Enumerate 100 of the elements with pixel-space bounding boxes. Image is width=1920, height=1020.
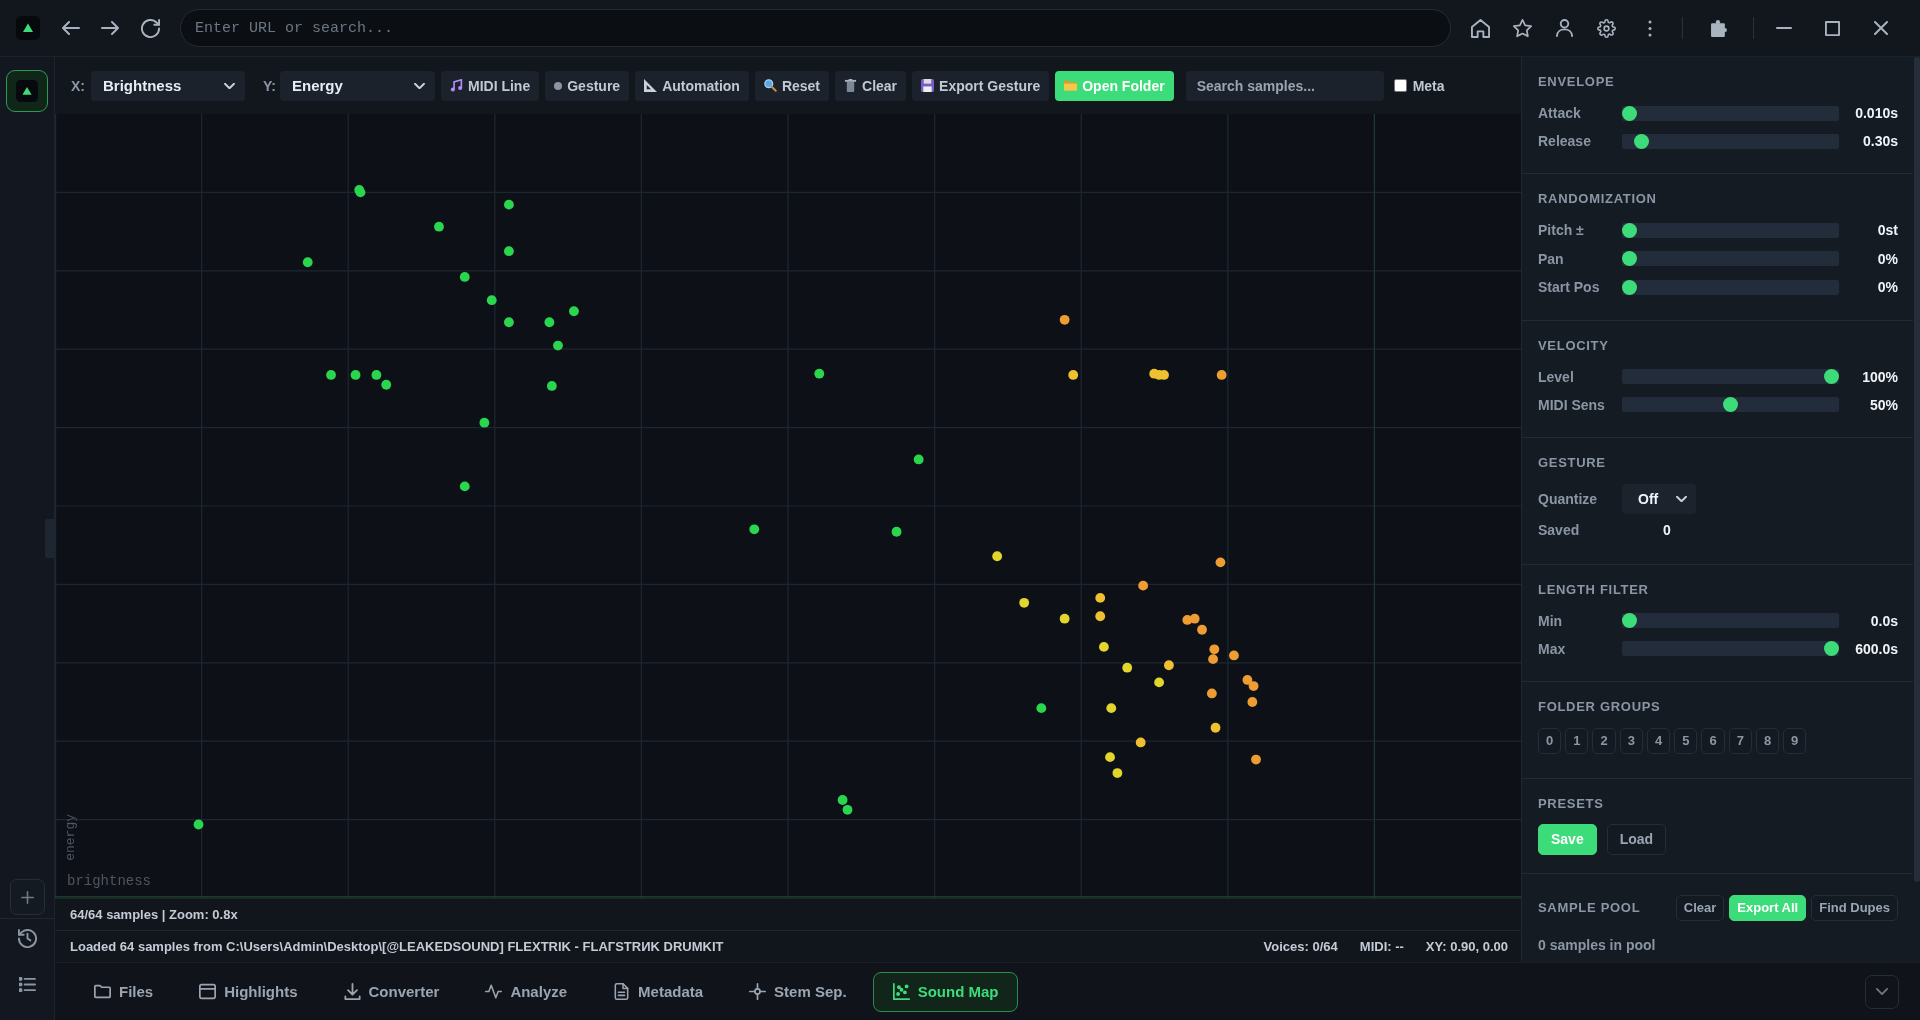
trash-icon [844,79,858,92]
axis-dropdown[interactable]: Energy [279,70,435,101]
slider-track[interactable] [1622,279,1839,295]
dot-icon [554,81,563,90]
maximize-icon[interactable] [1825,20,1840,36]
puzzle-icon[interactable] [1711,19,1727,37]
voices-readout: Voices: 0/64 [1263,939,1338,954]
slider-thumb[interactable] [1824,369,1839,384]
group-chip[interactable]: 5 [1674,727,1698,754]
nav-tab[interactable]: Converter [323,971,460,1012]
star-icon[interactable] [1513,18,1532,38]
folder-icon [1064,79,1078,92]
slider-thumb[interactable] [1622,222,1637,238]
slider-value: 600.0s [1854,640,1898,657]
home-icon[interactable] [1471,18,1490,38]
slider-track[interactable] [1622,222,1839,238]
slider-thumb[interactable] [1622,279,1637,295]
quantize-dropdown[interactable]: Off [1622,484,1696,514]
toolbar-button[interactable]: Automation [635,70,749,101]
group-chip[interactable]: 7 [1728,727,1752,754]
group-chip[interactable]: 4 [1646,727,1671,754]
slider-thumb[interactable] [1622,251,1637,267]
nav-tab[interactable]: Analyze [465,971,588,1012]
slider-track[interactable] [1622,133,1839,149]
nav-tab[interactable]: Files [74,971,174,1012]
slider-track[interactable] [1622,251,1839,267]
group-chip[interactable]: 8 [1755,727,1780,754]
group-chip[interactable]: 3 [1619,727,1643,754]
section-heading: VELOCITY [1538,337,1609,354]
section-heading: SAMPLE POOL [1538,899,1641,916]
axis-dropdown[interactable]: Brightness [91,70,245,101]
slider-label: Level [1538,368,1575,385]
slider-value: 100% [1861,368,1898,385]
slider-track[interactable] [1622,613,1839,628]
slider-label: Start Pos [1538,279,1601,296]
window-icon [199,983,217,1000]
list-icon[interactable] [18,977,36,992]
logo-button[interactable] [6,70,48,112]
midi-readout: MIDI: -- [1359,939,1404,954]
plus-icon [20,890,34,904]
crosshair-circle-icon [749,983,767,1000]
group-chip[interactable]: 0 [1538,727,1562,754]
slider-track[interactable] [1622,105,1839,121]
xy-readout: XY: 0.90, 0.00 [1425,939,1508,954]
nav-tab[interactable]: Sound Map [872,971,1019,1012]
forward-icon[interactable] [101,21,119,35]
download-icon [343,983,361,1000]
collapse-button[interactable] [1865,974,1899,1009]
toolbar-button[interactable]: MIDI Line [440,70,540,101]
url-field[interactable]: Enter URL or search... [180,9,1451,47]
field-label: Saved [1538,522,1581,538]
toolbar-button[interactable]: Gesture [545,70,630,101]
slider-value: 0.30s [1861,133,1898,149]
checkbox-label[interactable]: Meta [1412,77,1445,94]
scatter-chart-icon [892,983,910,1000]
slider-label: Attack [1538,105,1582,121]
slider-track[interactable] [1622,641,1839,656]
group-chip[interactable]: 9 [1783,727,1807,754]
chevron-down-icon [1676,496,1687,502]
axis-label: Y: [263,77,276,94]
history-icon[interactable] [17,929,37,948]
group-chip[interactable]: 1 [1565,727,1589,754]
close-icon[interactable] [1874,21,1888,35]
toolbar-button[interactable]: Reset [754,70,830,101]
pulse-icon [485,983,503,1000]
panel-button[interactable]: Find Dupes [1811,894,1898,921]
nav-tab[interactable]: Metadata [593,971,724,1012]
reload-icon[interactable] [141,18,160,38]
slider-thumb[interactable] [1622,105,1637,121]
slider-thumb[interactable] [1622,613,1637,628]
section-heading: RANDOMIZATION [1538,191,1657,207]
slider-label: Max [1538,640,1567,657]
slider-thumb[interactable] [1723,397,1738,412]
toolbar-button[interactable]: Clear [835,70,907,101]
section-heading: GESTURE [1538,454,1606,471]
chevron-down-icon [413,82,425,89]
music-note-icon [449,79,463,92]
search-field[interactable]: Search samples... [1185,70,1384,101]
status-message: Loaded 64 samples from C:\Users\Admin\Desktop\[@LEAKEDSOUND] FLEXTRIK - FLAГSTRИK DRUMKIT [70,939,724,954]
meta-checkbox[interactable] [1393,79,1407,92]
back-icon[interactable] [62,21,80,35]
section-heading: LENGTH FILTER [1538,581,1649,598]
toolbar-button[interactable]: Export Gesture [912,70,1050,101]
section-heading: PRESETS [1538,795,1604,812]
user-icon[interactable] [1556,19,1573,37]
slider-track[interactable] [1622,369,1839,384]
nav-tab[interactable]: Highlights [179,971,318,1012]
slider-thumb[interactable] [1634,133,1650,149]
slider-thumb[interactable] [1824,641,1839,656]
group-chip[interactable]: 6 [1701,727,1725,754]
group-chip[interactable]: 2 [1592,727,1616,754]
panel-button[interactable]: Load [1606,823,1667,855]
nav-tab[interactable]: Stem Sep. [729,971,867,1012]
folder-icon [94,983,111,1000]
slider-track[interactable] [1622,397,1839,412]
panel-button[interactable]: Clear [1675,894,1725,921]
settings-icon[interactable] [1597,18,1616,38]
more-icon[interactable] [1648,19,1652,37]
scrollbar-thumb[interactable] [1914,57,1920,882]
slider-label: MIDI Sens [1538,396,1606,413]
